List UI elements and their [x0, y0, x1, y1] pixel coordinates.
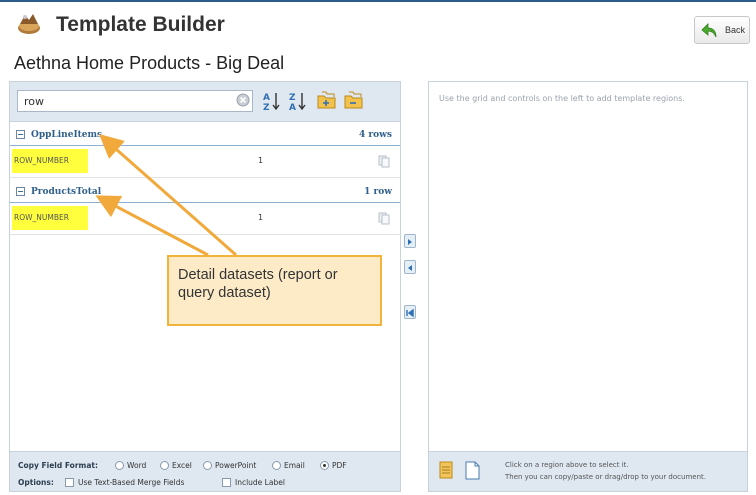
group-name: OppLineItems	[31, 130, 103, 140]
regions-footer-line2: Then you can copy/paste or drag/drop to …	[505, 473, 706, 481]
regions-footer: Click on a region above to select it. Th…	[429, 451, 747, 491]
search-input[interactable]: row	[17, 90, 253, 112]
copy-icon[interactable]	[378, 155, 390, 168]
row-divider	[10, 177, 400, 178]
group-divider	[10, 145, 400, 146]
field-value: 1	[258, 213, 264, 222]
format-powerpoint-label: PowerPoint	[215, 461, 257, 470]
group-row-count: 1 row	[364, 187, 392, 197]
back-arrow-icon	[701, 23, 717, 38]
group-header-opplineitems[interactable]: − OppLineItems 4 rows	[10, 125, 400, 147]
clear-search-icon[interactable]	[236, 93, 250, 107]
include-label-label: Include Label	[235, 478, 285, 487]
group-name: ProductsTotal	[31, 187, 102, 197]
radio-email[interactable]	[272, 461, 281, 470]
group-header-productstotal[interactable]: − ProductsTotal 1 row	[10, 182, 400, 204]
svg-text:Z: Z	[263, 103, 270, 112]
template-regions-panel: Use the grid and controls on the left to…	[428, 81, 748, 492]
radio-powerpoint[interactable]	[203, 461, 212, 470]
back-button[interactable]: Back	[694, 16, 750, 44]
sort-descending-icon[interactable]: Z A	[287, 90, 309, 112]
svg-text:Z: Z	[289, 93, 296, 103]
expand-folders-icon[interactable]	[316, 90, 338, 112]
move-first-icon	[406, 308, 414, 318]
fields-toolbar: row A Z Z A	[10, 82, 400, 122]
radio-pdf[interactable]	[320, 461, 329, 470]
sort-ascending-icon[interactable]: A Z	[261, 90, 283, 112]
document-icon[interactable]	[439, 461, 455, 481]
field-name: ROW_NUMBER	[12, 206, 88, 230]
new-page-icon[interactable]	[465, 461, 481, 481]
format-pdf-label: PDF	[332, 461, 347, 470]
field-row[interactable]: ROW_NUMBER 1	[10, 147, 400, 177]
move-left-icon	[408, 265, 412, 271]
annotation-callout: Detail datasets (report or query dataset…	[167, 255, 382, 326]
text-merge-fields-label: Use Text-Based Merge Fields	[78, 478, 185, 487]
include-label-checkbox[interactable]	[222, 478, 231, 487]
options-label: Options:	[18, 478, 54, 487]
regions-footer-line1: Click on a region above to select it.	[505, 461, 629, 469]
radio-excel[interactable]	[160, 461, 169, 470]
svg-text:A: A	[263, 93, 270, 103]
move-left-button[interactable]	[404, 260, 416, 274]
deal-title: Aethna Home Products - Big Deal	[14, 53, 285, 73]
move-right-button[interactable]	[404, 234, 416, 248]
collapse-toggle-icon[interactable]: −	[16, 187, 25, 196]
field-name: ROW_NUMBER	[12, 149, 88, 173]
svg-text:A: A	[289, 103, 296, 112]
back-label: Back	[725, 25, 746, 35]
radio-word[interactable]	[115, 461, 124, 470]
move-first-button[interactable]	[404, 305, 416, 319]
row-divider	[10, 234, 400, 235]
copy-format-label: Copy Field Format:	[18, 461, 98, 470]
title-bar: Template Builder Back	[0, 0, 756, 44]
collapse-toggle-icon[interactable]: −	[16, 130, 25, 139]
format-excel-label: Excel	[172, 461, 192, 470]
group-row-count: 4 rows	[359, 130, 392, 140]
format-word-label: Word	[127, 461, 147, 470]
app-title: Template Builder	[56, 13, 225, 36]
collapse-folders-icon[interactable]	[343, 90, 365, 112]
format-options-bar: Copy Field Format: Word Excel PowerPoint…	[10, 451, 400, 491]
move-right-icon	[408, 239, 412, 245]
regions-hint: Use the grid and controls on the left to…	[439, 94, 685, 103]
app-logo-icon	[18, 14, 40, 34]
text-merge-fields-checkbox[interactable]	[65, 478, 74, 487]
field-value: 1	[258, 156, 264, 165]
copy-icon[interactable]	[378, 212, 390, 225]
group-divider	[10, 202, 400, 203]
format-email-label: Email	[284, 461, 305, 470]
field-row[interactable]: ROW_NUMBER 1	[10, 204, 400, 234]
